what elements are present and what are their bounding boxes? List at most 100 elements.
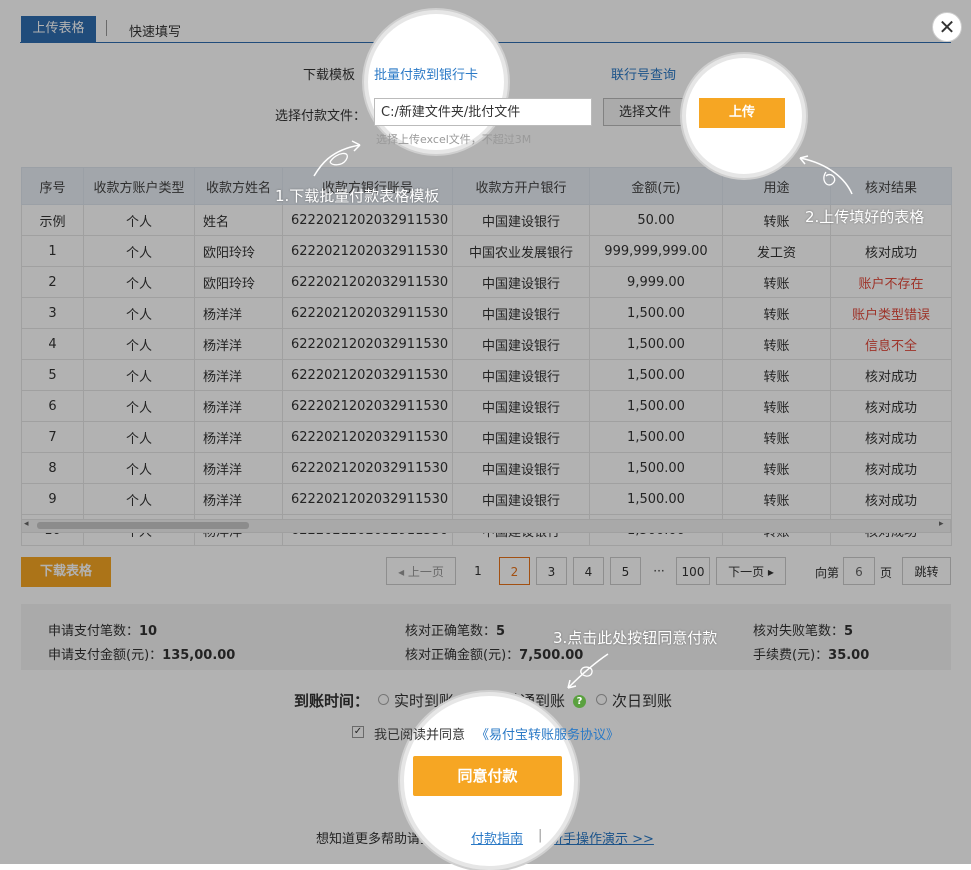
annotation-step3: 3.点击此处按钮同意付款 <box>553 629 718 647</box>
table-cell: 转账 <box>722 266 831 298</box>
table-cell: 6222021202032911530 <box>282 390 453 422</box>
table-cell: 个人 <box>83 328 195 360</box>
page-button-2-current[interactable]: 2 <box>499 557 530 585</box>
table-cell: 核对成功 <box>830 235 952 267</box>
table-cell: 发工资 <box>722 235 831 267</box>
agreement-checkbox[interactable]: ✓ <box>352 726 364 738</box>
radio-nextday[interactable] <box>596 694 607 709</box>
page-button-3[interactable]: 3 <box>536 557 567 585</box>
radio-realtime[interactable] <box>378 694 389 709</box>
choose-file-button[interactable]: 选择文件 <box>603 98 687 126</box>
annotation-step2: 2.上传填好的表格 <box>805 208 925 226</box>
table-cell: 中国建设银行 <box>452 204 590 236</box>
table-cell: 4 <box>21 328 84 360</box>
table-cell: 个人 <box>83 421 195 453</box>
table-cell: 9,999.00 <box>589 266 723 298</box>
column-header: 收款方账户类型 <box>83 167 195 205</box>
table-row: 9 个人 杨洋洋 6222021202032911530 中国建设银行 1,500.00 转… <box>21 483 952 515</box>
page-button-5[interactable]: 5 <box>610 557 641 585</box>
table-cell: 6222021202032911530 <box>282 483 453 515</box>
close-icon[interactable]: ✕ <box>932 12 962 42</box>
table-cell: 示例 <box>21 204 84 236</box>
annotation-arrow-2 <box>799 155 853 195</box>
agreement-link[interactable]: 《易付宝转账服务协议》 <box>476 724 619 743</box>
table-cell: 个人 <box>83 390 195 422</box>
apply-count: 申请支付笔数：10 <box>48 624 158 639</box>
table-cell: 6222021202032911530 <box>282 328 453 360</box>
table-cell: 999,999,999.00 <box>589 235 723 267</box>
table-cell: 账户不存在 <box>830 266 952 298</box>
table-cell: 6222021202032911530 <box>282 204 453 236</box>
page-button-1[interactable]: 1 <box>464 557 492 585</box>
file-label: 选择付款文件： <box>275 109 367 124</box>
table-cell: 个人 <box>83 297 195 329</box>
column-header: 序号 <box>21 167 84 205</box>
scrollbar-thumb[interactable] <box>37 522 249 529</box>
fee: 手续费(元)：35.00 <box>753 648 870 663</box>
apply-amount: 申请支付金额(元)：135,00.00 <box>48 648 236 663</box>
table-cell: 欧阳玲玲 <box>194 235 283 267</box>
table-cell: 1,500.00 <box>589 328 723 360</box>
upload-button[interactable]: 上传 <box>699 98 785 128</box>
scroll-left-icon[interactable]: ◂ <box>24 519 29 529</box>
table-cell: 6222021202032911530 <box>282 359 453 391</box>
table-cell: 转账 <box>722 328 831 360</box>
new-user-demo-link[interactable]: 新手操作演示 >> <box>550 828 654 847</box>
chevron-right-icon: ▸ <box>764 565 774 579</box>
payment-guide-link[interactable]: 付款指南 <box>471 828 523 847</box>
table-row: 7 个人 杨洋洋 6222021202032911530 中国建设银行 1,500.00 转… <box>21 421 952 453</box>
table-cell: 9 <box>21 483 84 515</box>
table-cell: 1,500.00 <box>589 452 723 484</box>
next-page-label: 下一页 <box>728 565 765 579</box>
table-cell: 中国建设银行 <box>452 483 590 515</box>
tab-upload[interactable]: 上传表格 <box>21 16 96 42</box>
page-button-4[interactable]: 4 <box>573 557 604 585</box>
table-cell: 中国建设银行 <box>452 452 590 484</box>
table-row: 8 个人 杨洋洋 6222021202032911530 中国建设银行 1,500.00 转… <box>21 452 952 484</box>
agree-pay-button[interactable]: 同意付款 <box>413 756 562 796</box>
jump-button[interactable]: 跳转 <box>902 557 951 585</box>
download-table-button[interactable]: 下载表格 <box>21 557 111 587</box>
help-divider: | <box>538 828 543 843</box>
table-cell: 6 <box>21 390 84 422</box>
table-cell: 7 <box>21 421 84 453</box>
table-cell: 50.00 <box>589 204 723 236</box>
table-cell: 中国建设银行 <box>452 297 590 329</box>
template-label: 下载模板 <box>303 68 356 83</box>
table-cell: 中国建设银行 <box>452 421 590 453</box>
column-header: 收款方开户银行 <box>452 167 590 205</box>
table-row: 5 个人 杨洋洋 6222021202032911530 中国建设银行 1,500.00 转… <box>21 359 952 391</box>
table-cell: 1,500.00 <box>589 297 723 329</box>
question-icon[interactable]: ? <box>573 695 586 708</box>
template-download-link[interactable]: 批量付款到银行卡 <box>374 64 478 83</box>
table-cell: 3 <box>21 297 84 329</box>
goto-suffix: 页 <box>880 566 893 580</box>
table-cell: 8 <box>21 452 84 484</box>
table-cell: 6222021202032911530 <box>282 266 453 298</box>
prev-page-button[interactable]: ◂ 上一页 <box>386 557 456 585</box>
table-row: 4 个人 杨洋洋 6222021202032911530 中国建设银行 1,500.00 转… <box>21 328 952 360</box>
file-path-input[interactable]: C:/新建文件夹/批付文件 <box>374 98 592 126</box>
table-cell: 中国建设银行 <box>452 266 590 298</box>
ok-count: 核对正确笔数：5 <box>405 624 506 639</box>
table-cell: 欧阳玲玲 <box>194 266 283 298</box>
table-row: 3 个人 杨洋洋 6222021202032911530 中国建设银行 1,500.00 转… <box>21 297 952 329</box>
scroll-right-icon[interactable]: ▸ <box>939 519 944 529</box>
table-cell: 核对成功 <box>830 421 952 453</box>
table-cell: 1,500.00 <box>589 421 723 453</box>
tab-quick-fill[interactable]: 快速填写 <box>129 21 181 40</box>
table-cell: 杨洋洋 <box>194 390 283 422</box>
table-row: 6 个人 杨洋洋 6222021202032911530 中国建设银行 1,500.00 转… <box>21 390 952 422</box>
table-cell: 6222021202032911530 <box>282 235 453 267</box>
annotation-arrow-1 <box>313 140 361 177</box>
page-button-100[interactable]: 100 <box>676 557 710 585</box>
bank-code-query-link[interactable]: 联行号查询 <box>611 64 676 83</box>
goto-page-input[interactable]: 6 <box>843 557 875 585</box>
tab-divider <box>106 20 107 36</box>
table-cell: 杨洋洋 <box>194 328 283 360</box>
next-page-button[interactable]: 下一页 ▸ <box>716 557 786 585</box>
table-cell: 账户类型错误 <box>830 297 952 329</box>
annotation-arrow-3 <box>567 653 609 689</box>
table-cell: 个人 <box>83 359 195 391</box>
chevron-left-icon: ◂ <box>398 565 408 579</box>
